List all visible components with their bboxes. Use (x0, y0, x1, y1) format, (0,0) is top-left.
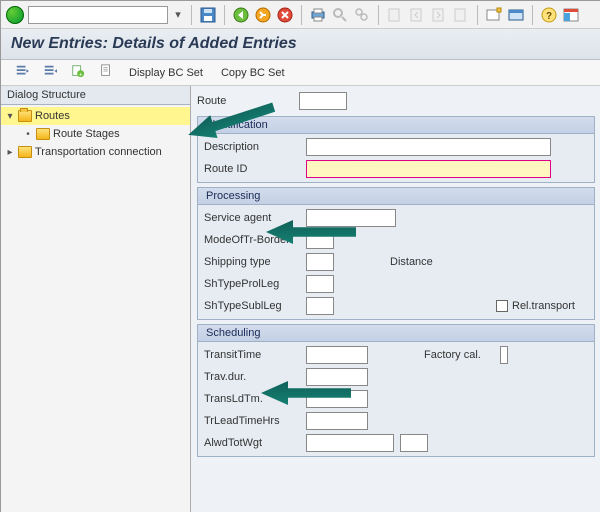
panel-header: Scheduling (206, 327, 260, 339)
factory-cal-label: Factory cal. (374, 349, 494, 361)
page-title-bar: New Entries: Details of Added Entries (1, 29, 600, 60)
detail-form-area: Route Identification Description Route I… (191, 86, 600, 512)
print-icon[interactable] (309, 6, 327, 24)
rel-transport-label: Rel.transport (512, 300, 575, 312)
copy-bc-set-button[interactable]: Copy BC Set (215, 65, 291, 81)
tree-bullet-icon: • (23, 129, 33, 140)
last-page-icon (452, 6, 470, 24)
alwd-tot-wgt-uom-field[interactable] (400, 434, 428, 452)
command-history-dropdown[interactable]: ▾ (172, 7, 184, 23)
shtype-prol-leg-label: ShTypeProlLeg (204, 278, 300, 290)
shipping-type-field[interactable] (306, 253, 334, 271)
shortcut-icon[interactable] (507, 6, 525, 24)
document-icon[interactable] (95, 62, 117, 83)
save-icon[interactable] (199, 6, 217, 24)
translutm-label: TransLdTm. (204, 393, 300, 405)
refresh-icon[interactable]: + (67, 62, 89, 83)
expand-all-icon[interactable] (11, 62, 33, 83)
layout-customize-icon[interactable] (562, 6, 580, 24)
description-label: Description (204, 141, 300, 153)
route-id-label: Route ID (204, 163, 300, 175)
tree-node-route-stages[interactable]: • Route Stages (1, 125, 190, 143)
tree-node-transport-conn[interactable]: ▸ Transportation connection (1, 143, 190, 161)
folder-icon (18, 146, 32, 158)
translutm-field[interactable] (306, 390, 368, 408)
shipping-type-label: Shipping type (204, 256, 300, 268)
find-next-icon (353, 6, 371, 24)
help-icon[interactable]: ? (540, 6, 558, 24)
dialog-structure-pane: Dialog Structure ▾ Routes • Route Stages… (1, 86, 191, 512)
transit-time-label: TransitTime (204, 349, 300, 361)
panel-header: Identification (206, 119, 268, 131)
service-agent-label: Service agent (204, 212, 300, 224)
folder-icon (36, 128, 50, 140)
system-command-bar: ▾ ? (1, 1, 600, 29)
trav-dur-field[interactable] (306, 368, 368, 386)
identification-panel: Identification Description Route ID (197, 116, 595, 183)
application-toolbar: + Display BC Set Copy BC Set (1, 60, 600, 86)
dialog-structure-tree: ▾ Routes • Route Stages ▸ Transportation… (1, 105, 190, 163)
svg-text:?: ? (546, 11, 552, 22)
tree-expander-icon[interactable]: ▸ (5, 147, 15, 158)
svg-text:+: + (79, 71, 83, 78)
panel-header: Processing (206, 190, 260, 202)
tree-expander-icon[interactable]: ▾ (5, 111, 15, 122)
transit-time-field[interactable] (306, 346, 368, 364)
enter-ok-button[interactable] (6, 6, 24, 24)
cancel-icon[interactable] (276, 6, 294, 24)
rel-transport-checkbox[interactable]: Rel.transport (496, 300, 575, 312)
tr-lead-time-hrs-label: TrLeadTimeHrs (204, 415, 300, 427)
new-session-icon[interactable] (485, 6, 503, 24)
tree-label: Routes (35, 110, 70, 122)
shtype-prol-leg-field[interactable] (306, 275, 334, 293)
description-field[interactable] (306, 138, 551, 156)
next-page-icon (430, 6, 448, 24)
prev-page-icon (408, 6, 426, 24)
shtype-subl-leg-field[interactable] (306, 297, 334, 315)
tr-lead-time-hrs-field[interactable] (306, 412, 368, 430)
factory-cal-field[interactable] (500, 346, 508, 364)
dialog-structure-header: Dialog Structure (1, 86, 190, 105)
display-bc-set-button[interactable]: Display BC Set (123, 65, 209, 81)
command-field[interactable] (28, 6, 168, 24)
route-field[interactable] (299, 92, 347, 110)
scheduling-panel: Scheduling TransitTime Factory cal. Trav… (197, 324, 595, 457)
processing-panel: Processing Service agent ModeOfTr-Border… (197, 187, 595, 320)
route-id-field[interactable] (306, 160, 551, 178)
alwd-tot-wgt-field[interactable] (306, 434, 394, 452)
alwd-tot-wgt-label: AlwdTotWgt (204, 437, 300, 449)
distance-label: Distance (340, 256, 460, 268)
trav-dur-label: Trav.dur. (204, 371, 300, 383)
collapse-all-icon[interactable] (39, 62, 61, 83)
mode-of-tr-border-label: ModeOfTr-Border (204, 234, 300, 246)
tree-label: Transportation connection (35, 146, 162, 158)
back-icon[interactable] (232, 6, 250, 24)
find-icon (331, 6, 349, 24)
mode-of-tr-border-field[interactable] (306, 231, 334, 249)
shtype-subl-leg-label: ShTypeSublLeg (204, 300, 300, 312)
first-page-icon (386, 6, 404, 24)
checkbox-icon (496, 300, 508, 312)
exit-icon[interactable] (254, 6, 272, 24)
tree-label: Route Stages (53, 128, 120, 140)
page-title: New Entries: Details of Added Entries (11, 35, 591, 53)
folder-open-icon (18, 110, 32, 122)
route-label: Route (197, 95, 293, 107)
tree-node-routes[interactable]: ▾ Routes (1, 107, 190, 125)
service-agent-field[interactable] (306, 209, 396, 227)
